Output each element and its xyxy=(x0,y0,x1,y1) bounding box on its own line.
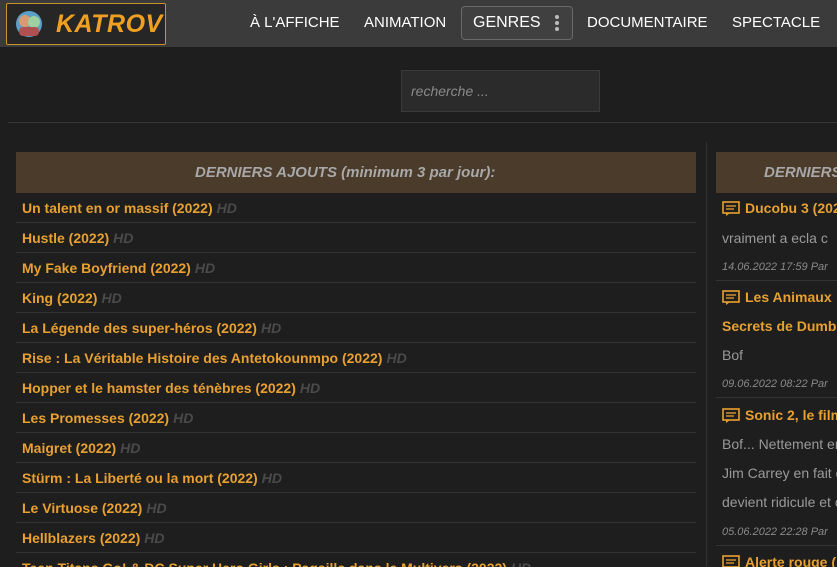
nav-spectacle[interactable]: SPECTACLE xyxy=(732,14,820,31)
movie-title-link[interactable]: Rise : La Véritable Histoire des Antetok… xyxy=(22,350,382,366)
hd-badge: HD xyxy=(194,260,216,276)
panel-heading-title: DERNIERS AJOUTS xyxy=(195,164,337,181)
movie-title-link[interactable]: Hustle (2022) xyxy=(22,230,109,246)
latest-additions-header: DERNIERS AJOUTS (minimum 3 par jour): xyxy=(16,152,696,193)
hd-badge: HD xyxy=(511,560,531,567)
nav-documentaire[interactable]: DOCUMENTAIRE xyxy=(587,14,708,31)
comment-separator xyxy=(716,545,837,546)
list-item[interactable]: Un talent en or massif (2022) HD xyxy=(16,193,696,223)
latest-comments-header: DERNIERS xyxy=(716,152,837,193)
movie-title-link[interactable]: Hellblazers (2022) xyxy=(22,530,140,546)
hd-badge: HD xyxy=(261,470,282,486)
movie-title-link[interactable]: Un talent en or massif (2022) xyxy=(22,200,213,216)
nav-genres-label: GENRES xyxy=(473,14,541,31)
hd-badge: HD xyxy=(144,530,165,546)
hd-badge: HD xyxy=(146,500,167,516)
movie-title-link[interactable]: La Légende des super-héros (2022) xyxy=(22,320,257,336)
hd-badge: HD xyxy=(260,320,282,336)
latest-additions-list: Un talent en or massif (2022) HD Hustle (2… xyxy=(16,193,696,567)
list-item[interactable]: Teen Titans Go! & DC Super Hero Girls : … xyxy=(16,553,696,567)
list-item[interactable]: Le Virtuose (2022) HD xyxy=(16,493,696,523)
hd-badge: HD xyxy=(101,290,122,306)
movie-title-link[interactable]: My Fake Boyfriend (2022) xyxy=(22,260,191,276)
list-item[interactable]: Rise : La Véritable Histoire des Antetok… xyxy=(16,343,696,373)
top-navbar: KATROV À L'AFFICHE ANIMATION GENRES DOCU… xyxy=(0,0,837,47)
list-item[interactable]: Maigret (2022) HD xyxy=(16,433,696,463)
hd-badge: HD xyxy=(216,200,237,216)
movie-title-link[interactable]: Hopper et le hamster des ténèbres (2022) xyxy=(22,380,296,396)
comment-meta: 14.06.2022 17:59 Par xyxy=(722,261,828,273)
comment-title[interactable]: Alerte rouge ( xyxy=(745,554,836,567)
hd-badge: HD xyxy=(113,230,134,246)
comments-heading: DERNIERS xyxy=(764,164,837,181)
comment-icon xyxy=(722,290,740,305)
movie-title-link[interactable]: Stürm : La Liberté ou la mort (2022) xyxy=(22,470,258,486)
comment-title[interactable]: Les Animaux xyxy=(745,289,832,305)
movie-title-link[interactable]: Teen Titans Go! & DC Super Hero Girls : … xyxy=(22,560,507,567)
list-item[interactable]: King (2022) HD xyxy=(16,283,696,313)
movie-title-link[interactable]: Le Virtuose (2022) xyxy=(22,500,142,516)
comment-separator xyxy=(716,397,837,398)
logo-text: KATROV xyxy=(56,10,163,38)
list-item[interactable]: La Légende des super-héros (2022) HD xyxy=(16,313,696,343)
movie-title-link[interactable]: King (2022) xyxy=(22,290,97,306)
movie-title-link[interactable]: Maigret (2022) xyxy=(22,440,116,456)
comment-title[interactable]: Ducobu 3 (202 xyxy=(745,200,837,216)
hd-badge: HD xyxy=(173,410,194,426)
list-item[interactable]: My Fake Boyfriend (2022) HD xyxy=(16,253,696,283)
site-logo[interactable]: KATROV xyxy=(6,3,166,45)
hd-badge: HD xyxy=(120,440,141,456)
comment-text: Jim Carrey en fait d xyxy=(722,465,837,481)
movie-title-link[interactable]: Les Promesses (2022) xyxy=(22,410,169,426)
comment-title-line2[interactable]: Secrets de Dumb xyxy=(722,318,836,334)
nav-genres-dropdown[interactable]: GENRES xyxy=(461,6,573,40)
kebab-menu-icon xyxy=(554,15,560,33)
comment-meta: 05.06.2022 22:28 Par xyxy=(722,526,828,538)
nav-a-laffiche[interactable]: À L'AFFICHE xyxy=(250,14,340,31)
hd-badge: HD xyxy=(386,350,407,366)
comment-icon xyxy=(722,408,740,423)
column-divider xyxy=(706,142,707,567)
list-item[interactable]: Stürm : La Liberté ou la mort (2022) HD xyxy=(16,463,696,493)
comment-separator xyxy=(716,280,837,281)
panel-heading-subtitle: (minimum 3 par jour): xyxy=(341,164,496,181)
panel-heading: DERNIERS AJOUTS (minimum 3 par jour): xyxy=(195,164,495,181)
logo-mascot-icon xyxy=(16,11,42,37)
comment-text: devient ridicule et c xyxy=(722,494,837,510)
search-band xyxy=(0,47,837,123)
comment-text: Bof... Nettement er xyxy=(722,436,837,452)
list-item[interactable]: Hellblazers (2022) HD xyxy=(16,523,696,553)
comment-icon xyxy=(722,555,740,567)
search-input[interactable] xyxy=(401,70,600,112)
list-item[interactable]: Hustle (2022) HD xyxy=(16,223,696,253)
comment-text: vraiment a ecla c xyxy=(722,230,828,246)
comment-text: Bof xyxy=(722,347,744,363)
list-item[interactable]: Hopper et le hamster des ténèbres (2022)… xyxy=(16,373,696,403)
nav-animation[interactable]: ANIMATION xyxy=(364,14,446,31)
comment-title[interactable]: Sonic 2, le film xyxy=(745,407,837,423)
comment-icon xyxy=(722,201,740,216)
list-item[interactable]: Les Promesses (2022) HD xyxy=(16,403,696,433)
comment-meta: 09.06.2022 08:22 Par xyxy=(722,378,828,390)
hd-badge: HD xyxy=(299,380,321,396)
divider xyxy=(8,122,837,123)
